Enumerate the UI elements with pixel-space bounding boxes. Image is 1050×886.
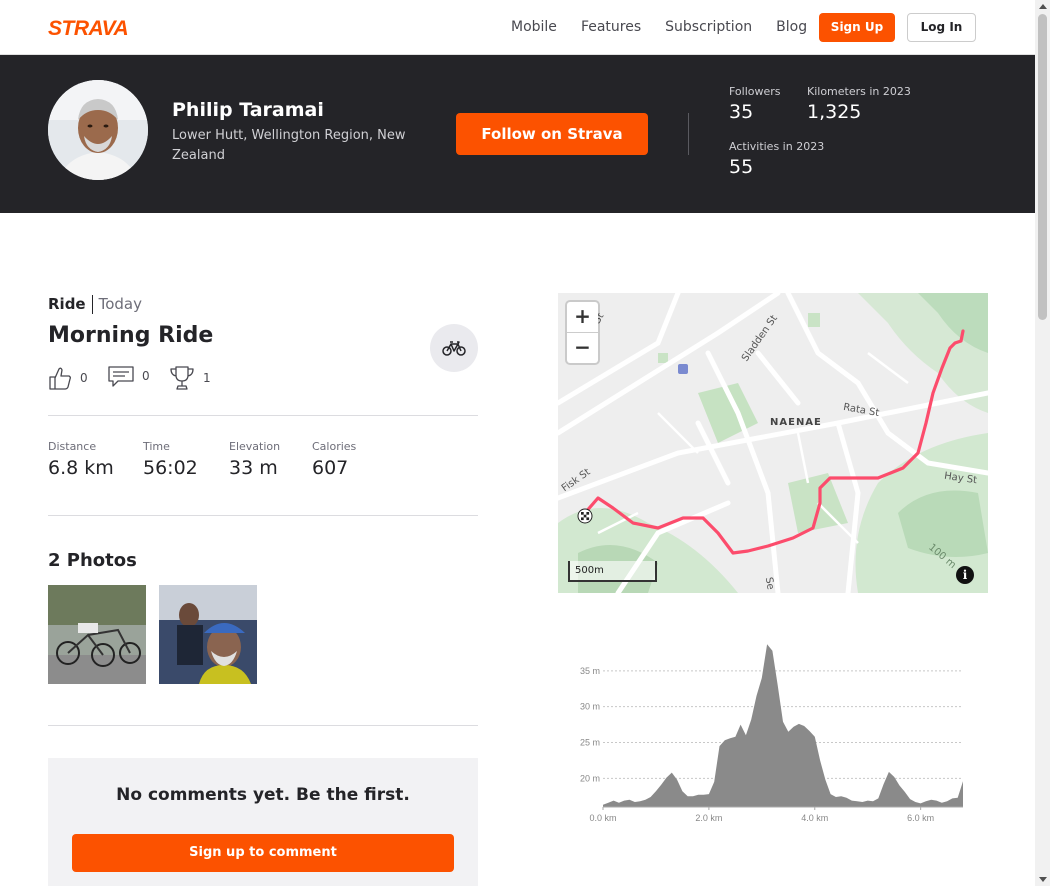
- activity-type: Ride: [48, 295, 86, 313]
- athlete-header: Philip Taramai Lower Hutt, Wellington Re…: [0, 55, 1035, 213]
- scroll-down-arrow[interactable]: [1039, 877, 1047, 882]
- activities-label: Activities in 2023: [729, 140, 825, 153]
- login-button[interactable]: Log In: [907, 13, 976, 42]
- avatar-image: [48, 80, 148, 180]
- y-tick-label: 25 m: [580, 738, 600, 748]
- activities-stat: Activities in 2023 55: [729, 140, 824, 180]
- comments-stat[interactable]: 0: [108, 365, 150, 387]
- y-tick-label: 20 m: [580, 773, 600, 783]
- comment-icon: [108, 366, 134, 387]
- calories-label: Calories: [312, 440, 357, 453]
- signup-to-comment-button[interactable]: Sign up to comment: [72, 834, 454, 872]
- achievements-count: 1: [203, 371, 211, 385]
- distance-stat: Distance 6.8 km: [48, 440, 114, 482]
- photo-thumbnail[interactable]: [159, 585, 257, 684]
- kilometers-stat: Kilometers in 2023 1,325: [807, 85, 911, 125]
- zoom-out-button[interactable]: −: [567, 333, 598, 363]
- activity-heading: Ride Today: [48, 295, 142, 314]
- elevation-value: 33 m: [229, 457, 278, 479]
- time-stat: Time 56:02: [143, 440, 198, 482]
- y-tick-label: 30 m: [580, 702, 600, 712]
- nav-link-blog[interactable]: Blog: [776, 19, 807, 35]
- nav-link-mobile[interactable]: Mobile: [511, 19, 557, 35]
- scroll-thumb[interactable]: [1038, 14, 1047, 320]
- map-label: Se: [762, 576, 776, 591]
- x-tick-label: 0.0 km: [589, 813, 616, 823]
- kilometers-label: Kilometers in 2023: [807, 85, 911, 98]
- athlete-name[interactable]: Philip Taramai: [172, 99, 324, 121]
- nav-links: Mobile Features Subscription Blog: [511, 19, 831, 35]
- comments-count: 0: [142, 369, 150, 383]
- elevation-area: [603, 644, 963, 807]
- page: STRAVA Mobile Features Subscription Blog…: [0, 0, 1050, 886]
- signup-button[interactable]: Sign Up: [819, 13, 895, 42]
- photos-title: 2 Photos: [48, 550, 137, 571]
- activity-title: Morning Ride: [48, 323, 214, 348]
- strava-logo[interactable]: STRAVA: [48, 17, 144, 38]
- follow-button[interactable]: Follow on Strava: [456, 113, 648, 155]
- y-tick-label: 35 m: [580, 666, 600, 676]
- no-comments-text: No comments yet. Be the first.: [116, 785, 410, 805]
- header-divider: [688, 113, 689, 155]
- sport-badge: [430, 324, 478, 372]
- x-tick-label: 4.0 km: [801, 813, 828, 823]
- followers-value: 35: [729, 101, 754, 123]
- photo-bikes: [48, 585, 146, 684]
- elevation-stat: Elevation 33 m: [229, 440, 280, 482]
- divider: [48, 515, 478, 516]
- zoom-control: + −: [567, 302, 598, 363]
- heading-separator: [91, 295, 93, 314]
- svg-text:STRAVA: STRAVA: [48, 17, 128, 38]
- activities-value: 55: [729, 156, 754, 178]
- route-map[interactable]: Sladden St Rata St NAENAE Hay St Fisk St…: [558, 293, 988, 593]
- time-label: Time: [143, 440, 170, 453]
- map-label: NAENAE: [770, 417, 822, 428]
- activity-date: Today: [98, 295, 142, 313]
- nav-link-subscription[interactable]: Subscription: [665, 19, 752, 35]
- photo-thumbnail[interactable]: [48, 585, 146, 684]
- divider: [48, 725, 478, 726]
- kilometers-value: 1,325: [807, 101, 862, 123]
- zoom-in-button[interactable]: +: [567, 302, 598, 332]
- kudos-stat[interactable]: 0: [48, 365, 88, 391]
- elevation-label: Elevation: [229, 440, 281, 453]
- achievements-stat[interactable]: 1: [169, 365, 211, 391]
- calories-stat: Calories 607: [312, 440, 356, 482]
- athlete-avatar[interactable]: [48, 80, 148, 180]
- followers-label: Followers: [729, 85, 781, 98]
- athlete-location: Lower Hutt, Wellington Region, New Zeala…: [172, 128, 406, 163]
- trophy-icon: [170, 366, 194, 390]
- distance-value: 6.8 km: [48, 457, 114, 479]
- scrollbar[interactable]: [1035, 0, 1050, 886]
- x-tick-label: 2.0 km: [695, 813, 722, 823]
- map-info-button[interactable]: i: [956, 566, 974, 584]
- nav-link-features[interactable]: Features: [581, 19, 641, 35]
- map-canvas: [558, 293, 988, 593]
- divider: [48, 415, 478, 416]
- scroll-up-arrow[interactable]: [1039, 4, 1047, 9]
- bike-icon: [442, 341, 466, 356]
- thumbs-up-icon: [49, 367, 71, 390]
- followers-stat: Followers 35: [729, 85, 781, 125]
- comment-box: No comments yet. Be the first. Sign up t…: [48, 758, 478, 886]
- top-nav: STRAVA Mobile Features Subscription Blog…: [0, 0, 1035, 55]
- elevation-chart[interactable]: 20 m 25 m 30 m 35 m 0.0 km 2.0 km 4.0 km 6.0 km: [558, 630, 988, 830]
- time-value: 56:02: [143, 457, 198, 479]
- map-scale: 500m: [568, 561, 657, 582]
- x-tick-label: 6.0 km: [907, 813, 934, 823]
- photo-selfie: [159, 585, 257, 684]
- calories-value: 607: [312, 457, 349, 479]
- kudos-count: 0: [80, 371, 88, 385]
- distance-label: Distance: [48, 440, 97, 453]
